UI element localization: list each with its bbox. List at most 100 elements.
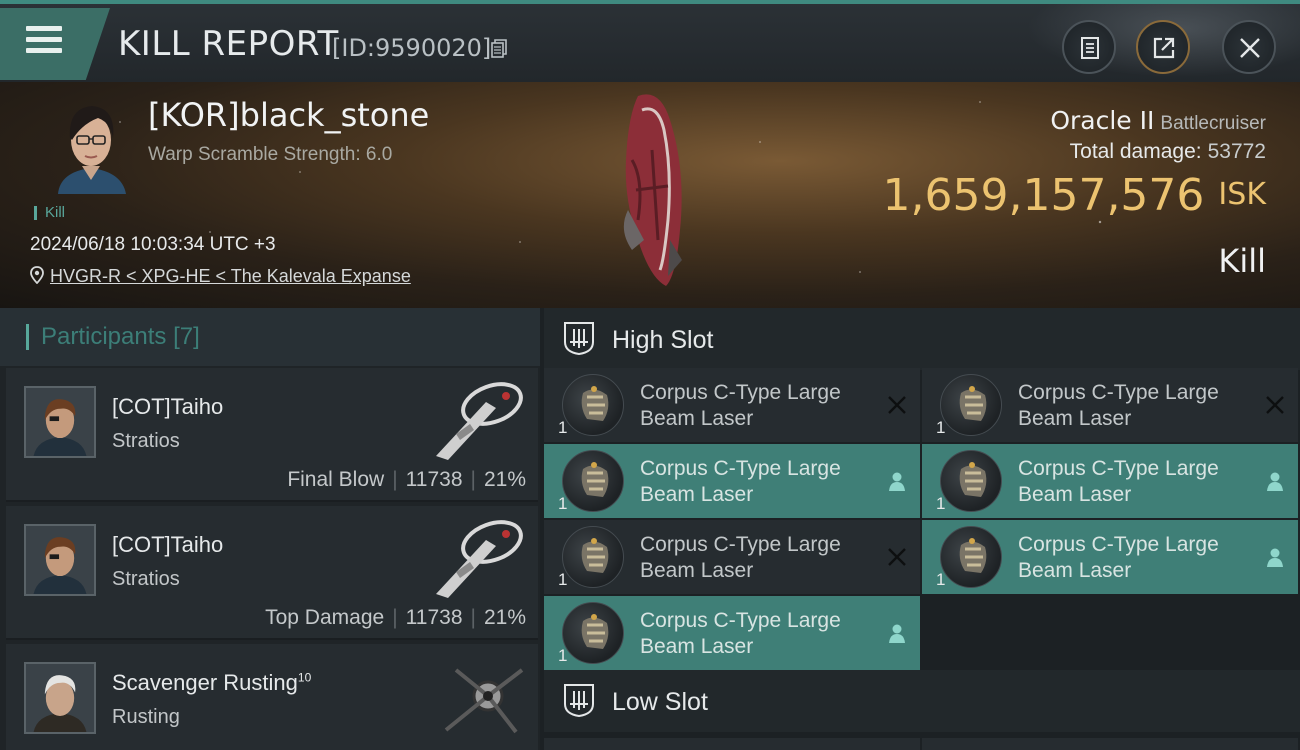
module-name: Corpus C-Type Large Beam Laser [1018, 456, 1219, 508]
victim-avatar[interactable] [46, 94, 136, 194]
module-quantity: 1 [558, 418, 568, 437]
warp-scramble-strength: Warp Scramble Strength: 6.0 [148, 144, 393, 165]
module-quantity: 1 [558, 646, 568, 665]
participants-count: [7] [173, 323, 200, 350]
participant-name-text: Scavenger Rusting [112, 670, 298, 695]
total-damage-value: 53772 [1207, 140, 1266, 163]
participant-role: Top Damage [265, 606, 385, 629]
participant-name[interactable]: [COT]Taiho [112, 532, 223, 558]
module-quantity: 1 [558, 570, 568, 589]
module-name-line1: Corpus C-Type Large [1018, 533, 1219, 556]
module-name-line1: Corpus C-Type Large [640, 381, 841, 404]
module-name-line2: Beam Laser [640, 559, 754, 582]
location-link[interactable]: HVGR-R < XPG-HE < The Kalevala Expanse [30, 266, 411, 287]
participant-percent: 21% [483, 468, 526, 491]
module-name-line2: Beam Laser [640, 635, 754, 658]
kill-type-label: Kill [1218, 242, 1266, 280]
ship-class-text: Battlecruiser [1160, 113, 1266, 134]
participant-ship-image [444, 668, 524, 734]
beam-laser-icon [562, 374, 624, 436]
participant-name-text: [COT]Taiho [112, 394, 224, 419]
copy-icon[interactable] [491, 39, 507, 59]
participant-name[interactable]: Scavenger Rusting10 [112, 670, 311, 696]
participant-row[interactable]: [COT]Taiho Stratios Final Blow | 11738 | 21% [6, 368, 538, 502]
beam-laser-icon [562, 602, 624, 664]
participant-portrait[interactable] [24, 524, 96, 596]
module-quantity: 1 [936, 494, 946, 513]
module-name-line1: Corpus C-Type Large [640, 533, 841, 556]
participant-ship: Stratios [112, 430, 180, 452]
module-name-line2: Beam Laser [1018, 559, 1132, 582]
low-slot-label: Low Slot [612, 688, 708, 716]
high-slot-header: High Slot [544, 308, 1300, 370]
share-icon [1153, 37, 1175, 59]
module-quantity: 1 [936, 570, 946, 589]
participant-level: 10 [297, 670, 312, 685]
x-mark-icon [1266, 396, 1284, 414]
module-quantity: 1 [558, 494, 568, 513]
participants-label: Participants [41, 323, 167, 350]
total-damage-label: Total damage: [1069, 140, 1202, 163]
kill-datetime: 2024/06/18 10:03:34 UTC +3 [30, 234, 276, 255]
participants-header: Participants [7] [0, 308, 540, 366]
participant-name[interactable]: [COT]Taiho [112, 394, 223, 420]
module-name-line2: Beam Laser [640, 407, 754, 430]
participant-portrait[interactable] [24, 662, 96, 734]
low-slot-module[interactable] [544, 738, 920, 750]
module-item[interactable]: 1 Corpus C-Type Large Beam Laser [922, 368, 1298, 442]
person-icon [1267, 472, 1283, 491]
module-item[interactable]: 1 Corpus C-Type Large Beam Laser [544, 444, 920, 518]
location-pin-icon [30, 266, 44, 285]
x-mark-icon [888, 396, 906, 414]
participant-portrait[interactable] [24, 386, 96, 458]
isk-value: 1,659,157,576 ISK [883, 170, 1266, 221]
kill-tag: Kill [34, 205, 65, 220]
close-button[interactable] [1222, 20, 1276, 74]
report-id: [ID:9590020] [332, 34, 492, 62]
beam-laser-icon [940, 374, 1002, 436]
module-item[interactable]: 1 Corpus C-Type Large Beam Laser [544, 368, 920, 442]
participant-ship: Stratios [112, 568, 180, 590]
module-name-line1: Corpus C-Type Large [1018, 381, 1219, 404]
participant-role: Final Blow [287, 468, 385, 491]
close-icon [1240, 38, 1260, 58]
module-item[interactable]: 1 Corpus C-Type Large Beam Laser [922, 520, 1298, 594]
high-slot-icon [564, 322, 594, 356]
clipboard-icon [1081, 37, 1099, 59]
participant-row[interactable]: Scavenger Rusting10 Rusting [6, 644, 538, 750]
module-item[interactable]: 1 Corpus C-Type Large Beam Laser [922, 444, 1298, 518]
participant-stats: Final Blow | 11738 | 21% [287, 468, 526, 491]
participant-row[interactable]: [COT]Taiho Stratios Top Damage | 11738 | 21% [6, 506, 538, 640]
victim-ship-render [623, 94, 682, 287]
hamburger-menu-icon[interactable] [26, 26, 62, 56]
module-quantity: 1 [936, 418, 946, 437]
participant-ship: Rusting [112, 706, 180, 728]
participant-ship-image [436, 520, 523, 598]
low-slot-icon [564, 684, 594, 718]
isk-unit: ISK [1218, 177, 1266, 212]
module-name: Corpus C-Type Large Beam Laser [640, 608, 841, 660]
participant-percent: 21% [483, 606, 526, 629]
victim-ship-name[interactable]: Oracle II Battlecruiser [1050, 106, 1266, 135]
beam-laser-icon [940, 450, 1002, 512]
top-bar: KILL REPORT [ID:9590020] [0, 0, 1300, 86]
share-button[interactable] [1136, 20, 1190, 74]
victim-banner: [KOR]black_stone Warp Scramble Strength:… [0, 82, 1300, 308]
participant-name-text: [COT]Taiho [112, 532, 224, 557]
clipboard-button[interactable] [1062, 20, 1116, 74]
module-item[interactable]: 1 Corpus C-Type Large Beam Laser [544, 596, 920, 670]
beam-laser-icon [940, 526, 1002, 588]
beam-laser-icon [562, 450, 624, 512]
module-name-line1: Corpus C-Type Large [1018, 457, 1219, 480]
x-mark-icon [888, 548, 906, 566]
module-name: Corpus C-Type Large Beam Laser [640, 532, 841, 584]
victim-pilot-name[interactable]: [KOR]black_stone [148, 96, 429, 134]
person-icon [889, 624, 905, 643]
module-item[interactable]: 1 Corpus C-Type Large Beam Laser [544, 520, 920, 594]
module-name-line1: Corpus C-Type Large [640, 457, 841, 480]
participant-damage: 11738 [405, 468, 463, 491]
module-name: Corpus C-Type Large Beam Laser [640, 456, 841, 508]
module-name-line1: Corpus C-Type Large [640, 609, 841, 632]
location-text[interactable]: HVGR-R < XPG-HE < The Kalevala Expanse [50, 266, 411, 286]
low-slot-module[interactable] [922, 738, 1298, 750]
